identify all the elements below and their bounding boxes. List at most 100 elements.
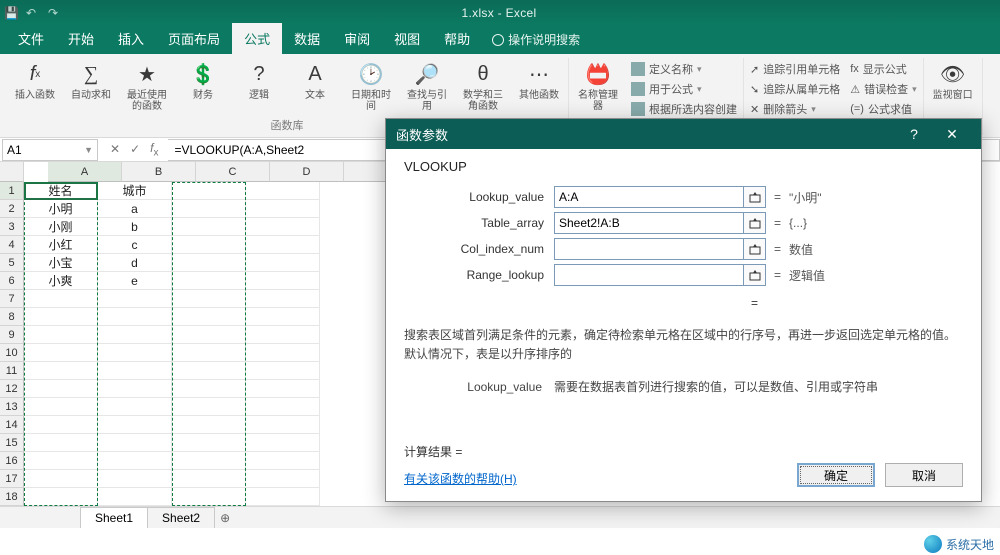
row-header-1[interactable]: 1 — [0, 182, 24, 200]
redo-icon[interactable]: ↷ — [48, 6, 62, 20]
cell-D6[interactable] — [246, 272, 320, 290]
cell-A14[interactable] — [24, 416, 98, 434]
cell-C2[interactable] — [172, 200, 246, 218]
cell-D5[interactable] — [246, 254, 320, 272]
cell-B12[interactable] — [98, 380, 172, 398]
create-from-selection-button[interactable]: 根据所选内容创建 — [631, 100, 737, 118]
row-header-10[interactable]: 10 — [0, 344, 24, 362]
cell-D7[interactable] — [246, 290, 320, 308]
column-header-C[interactable]: C — [196, 162, 270, 182]
cell-B3[interactable]: b — [98, 218, 172, 236]
cell-B1[interactable]: 城市 — [98, 182, 172, 200]
cell-A15[interactable] — [24, 434, 98, 452]
accept-formula-icon[interactable]: ✓ — [130, 142, 140, 156]
close-button[interactable]: ✕ — [933, 126, 971, 143]
cancel-button[interactable]: 取消 — [885, 463, 963, 487]
tab-review[interactable]: 审阅 — [332, 23, 382, 54]
cell-D9[interactable] — [246, 326, 320, 344]
cell-B8[interactable] — [98, 308, 172, 326]
cancel-formula-icon[interactable]: ✕ — [110, 142, 120, 156]
recent-functions-button[interactable]: ★ 最近使用的函数 — [124, 60, 170, 112]
cell-B14[interactable] — [98, 416, 172, 434]
cell-D11[interactable] — [246, 362, 320, 380]
cell-B18[interactable] — [98, 488, 172, 506]
cell-C15[interactable] — [172, 434, 246, 452]
row-header-14[interactable]: 14 — [0, 416, 24, 434]
row-header-15[interactable]: 15 — [0, 434, 24, 452]
insert-function-button[interactable]: fx 插入函数 — [12, 60, 58, 101]
cell-C8[interactable] — [172, 308, 246, 326]
watch-window-button[interactable]: 👁 监视窗口 — [930, 60, 976, 101]
arg-input-1[interactable] — [554, 212, 744, 234]
tab-layout[interactable]: 页面布局 — [156, 23, 232, 54]
cell-B9[interactable] — [98, 326, 172, 344]
datetime-button[interactable]: 🕑 日期和时间 — [348, 60, 394, 112]
financial-button[interactable]: 💲 财务 — [180, 60, 226, 101]
cell-D16[interactable] — [246, 452, 320, 470]
tab-formulas[interactable]: 公式 — [232, 23, 282, 54]
cell-D14[interactable] — [246, 416, 320, 434]
remove-arrows-button[interactable]: ✕删除箭头 ▾ — [750, 100, 840, 118]
cell-C6[interactable] — [172, 272, 246, 290]
cell-A12[interactable] — [24, 380, 98, 398]
tab-view[interactable]: 视图 — [382, 23, 432, 54]
cell-C17[interactable] — [172, 470, 246, 488]
show-formulas-button[interactable]: fx显示公式 — [850, 60, 916, 78]
arg-input-2[interactable] — [554, 238, 744, 260]
cell-D4[interactable] — [246, 236, 320, 254]
sheet-tab-2[interactable]: Sheet2 — [147, 507, 215, 528]
arg-input-3[interactable] — [554, 264, 744, 286]
tell-me-search[interactable]: 操作说明搜索 — [482, 25, 590, 54]
cell-B4[interactable]: c — [98, 236, 172, 254]
cell-A11[interactable] — [24, 362, 98, 380]
cell-C3[interactable] — [172, 218, 246, 236]
name-box[interactable]: A1 ▼ — [2, 139, 98, 161]
tab-help[interactable]: 帮助 — [432, 23, 482, 54]
cell-D18[interactable] — [246, 488, 320, 506]
cell-D1[interactable] — [246, 182, 320, 200]
text-button[interactable]: A 文本 — [292, 60, 338, 101]
cell-C7[interactable] — [172, 290, 246, 308]
cell-C14[interactable] — [172, 416, 246, 434]
cell-B5[interactable]: d — [98, 254, 172, 272]
cell-A13[interactable] — [24, 398, 98, 416]
chevron-down-icon[interactable]: ▼ — [84, 145, 93, 155]
cell-D10[interactable] — [246, 344, 320, 362]
cell-C16[interactable] — [172, 452, 246, 470]
cell-B6[interactable]: e — [98, 272, 172, 290]
use-in-formula-button[interactable]: 用于公式 ▾ — [631, 80, 737, 98]
autosum-button[interactable]: ∑ 自动求和 — [68, 60, 114, 101]
row-header-11[interactable]: 11 — [0, 362, 24, 380]
function-help-link[interactable]: 有关该函数的帮助(H) — [404, 472, 517, 486]
row-header-2[interactable]: 2 — [0, 200, 24, 218]
range-selector-button-3[interactable] — [744, 264, 766, 286]
cell-A2[interactable]: 小明 — [24, 200, 98, 218]
cell-B7[interactable] — [98, 290, 172, 308]
cell-C18[interactable] — [172, 488, 246, 506]
column-header-B[interactable]: B — [122, 162, 196, 182]
cell-A17[interactable] — [24, 470, 98, 488]
cell-D15[interactable] — [246, 434, 320, 452]
tab-home[interactable]: 开始 — [56, 23, 106, 54]
cell-D17[interactable] — [246, 470, 320, 488]
cell-C5[interactable] — [172, 254, 246, 272]
sheet-tab-1[interactable]: Sheet1 — [80, 507, 148, 528]
cell-B15[interactable] — [98, 434, 172, 452]
row-header-4[interactable]: 4 — [0, 236, 24, 254]
define-name-button[interactable]: 定义名称 ▾ — [631, 60, 737, 78]
logical-button[interactable]: ? 逻辑 — [236, 60, 282, 101]
cell-A4[interactable]: 小红 — [24, 236, 98, 254]
cell-D2[interactable] — [246, 200, 320, 218]
cell-C13[interactable] — [172, 398, 246, 416]
cell-D12[interactable] — [246, 380, 320, 398]
row-header-9[interactable]: 9 — [0, 326, 24, 344]
cell-B17[interactable] — [98, 470, 172, 488]
cell-D8[interactable] — [246, 308, 320, 326]
error-check-button[interactable]: ⚠错误检查 ▾ — [850, 80, 916, 98]
ok-button[interactable]: 确定 — [797, 463, 875, 487]
cell-C4[interactable] — [172, 236, 246, 254]
cell-A16[interactable] — [24, 452, 98, 470]
cell-A10[interactable] — [24, 344, 98, 362]
range-selector-button-0[interactable] — [744, 186, 766, 208]
undo-icon[interactable]: ↶ — [26, 6, 40, 20]
